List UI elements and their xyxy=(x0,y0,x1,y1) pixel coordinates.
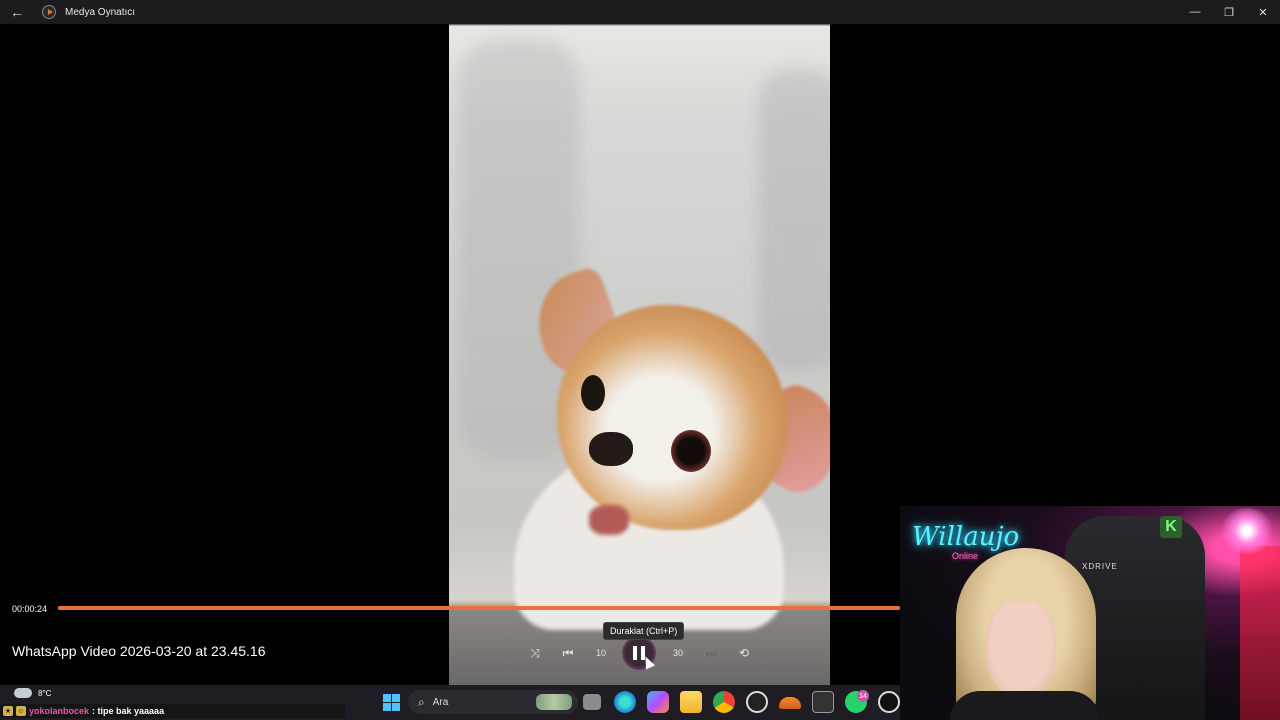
skip-forward-button[interactable]: 30 xyxy=(665,640,691,666)
neon-sign: Willaujo xyxy=(912,522,1020,552)
close-button[interactable]: ✕ xyxy=(1246,0,1280,24)
cloud-icon xyxy=(14,688,32,698)
previous-icon: ⏮ xyxy=(562,645,574,660)
repeat-button[interactable]: ⟲ xyxy=(731,640,757,666)
dog-nose xyxy=(589,432,633,466)
dog-eye xyxy=(671,430,711,472)
edge-icon[interactable] xyxy=(614,691,636,713)
shuffle-button[interactable]: ⤨ xyxy=(522,640,548,666)
search-highlight-image xyxy=(536,694,572,710)
maximize-button[interactable]: ❐ xyxy=(1212,0,1246,24)
chat-overlay: ★ ☺ yokolanbocek : tipe bak yaaaaa xyxy=(0,704,345,718)
chat-emote-icon: ☺ xyxy=(16,706,26,716)
pink-lamp xyxy=(1218,508,1276,554)
pause-tooltip: Duraklat (Ctrl+P) xyxy=(603,622,685,640)
streamer-body xyxy=(950,691,1100,720)
minimize-button[interactable]: — xyxy=(1178,0,1212,24)
cloud-app-icon[interactable] xyxy=(779,697,801,709)
video-shadow xyxy=(759,70,830,370)
title-bar: ← Medya Oynatıcı — ❐ ✕ xyxy=(0,0,1280,24)
media-player-app-icon xyxy=(42,5,56,19)
media-player-window: ← Medya Oynatıcı — ❐ ✕ 00:00:24 WhatsApp… xyxy=(0,0,1280,720)
search-placeholder: Ara xyxy=(432,696,449,708)
dog-eye xyxy=(581,375,605,411)
dog-head xyxy=(557,305,787,530)
chrome-icon[interactable] xyxy=(713,691,735,713)
skip-forward-label: 30 xyxy=(672,648,683,658)
window-title: Medya Oynatıcı xyxy=(65,6,136,18)
skip-back-label: 10 xyxy=(595,648,606,658)
next-icon: ⏭ xyxy=(705,645,717,660)
shuffle-icon: ⤨ xyxy=(530,645,540,660)
weather-temperature: 8°C xyxy=(38,688,52,698)
media-player-icon[interactable] xyxy=(878,691,900,713)
obs-icon[interactable] xyxy=(746,691,768,713)
whatsapp-badge: 14 xyxy=(857,690,869,702)
chat-username: yokolanbocek xyxy=(29,706,90,716)
chat-badge-icon: ★ xyxy=(3,706,13,716)
window-controls: — ❐ ✕ xyxy=(1178,0,1280,24)
search-icon: ⌕ xyxy=(418,694,425,709)
chair-brand: XDRIVE xyxy=(1082,562,1118,571)
terminal-icon[interactable] xyxy=(812,691,834,713)
taskbar-search[interactable]: ⌕ Ara xyxy=(408,690,578,714)
task-view-icon[interactable] xyxy=(583,694,601,710)
back-button[interactable]: ← xyxy=(0,0,34,24)
neon-sign-sub: Online xyxy=(952,551,979,561)
windows-start-icon[interactable] xyxy=(380,691,402,713)
k-logo: K xyxy=(1160,516,1182,538)
webcam-overlay: XDRIVE K Willaujo Online xyxy=(900,506,1280,720)
repeat-off-icon: ⟲ xyxy=(738,646,750,660)
streamer-face xyxy=(986,601,1056,697)
copilot-icon[interactable] xyxy=(647,691,669,713)
current-time: 00:00:24 xyxy=(12,604,48,614)
red-light xyxy=(1240,546,1280,720)
weather-widget[interactable]: 8°C xyxy=(14,688,51,698)
dog-mouth xyxy=(589,505,629,535)
video-frame[interactable] xyxy=(449,0,830,685)
seek-bar-fill xyxy=(58,606,900,610)
file-explorer-icon[interactable] xyxy=(680,691,702,713)
chat-message: : tipe bak yaaaaa xyxy=(92,706,165,716)
next-button[interactable]: ⏭ xyxy=(698,640,724,666)
seek-bar[interactable] xyxy=(58,606,900,610)
skip-back-button[interactable]: 10 xyxy=(588,640,614,666)
previous-button[interactable]: ⏮ xyxy=(555,640,581,666)
